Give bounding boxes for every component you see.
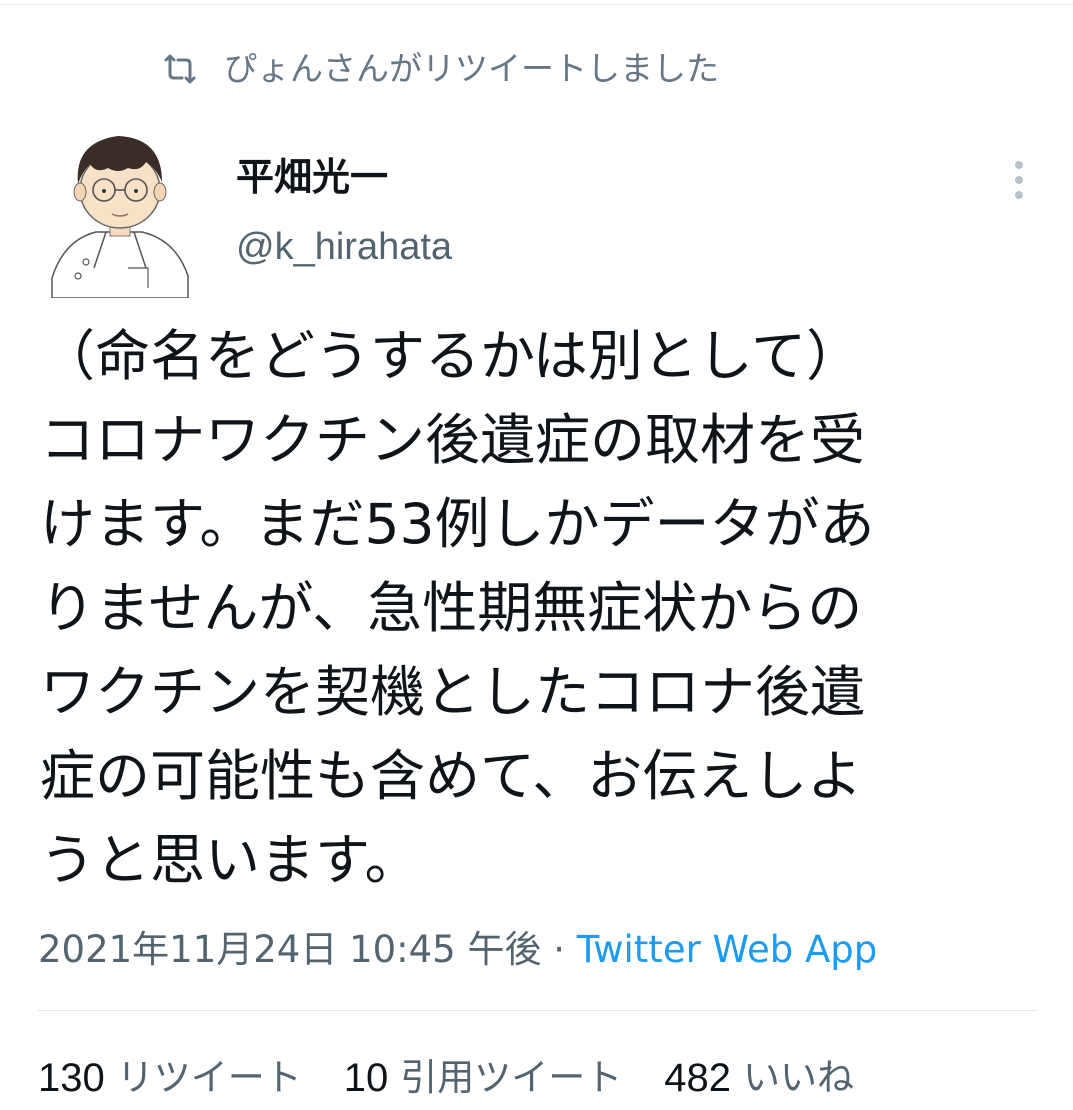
retweet-icon xyxy=(160,49,200,89)
retweets-stat[interactable]: 130 リツイート xyxy=(38,1050,302,1106)
quotes-count: 10 xyxy=(343,1056,389,1100)
top-divider xyxy=(0,4,1073,5)
tweet-timestamp[interactable]: 2021年11月24日 10:45 午後 xyxy=(38,928,541,971)
tweet-meta: 2021年11月24日 10:45 午後 · Twitter Web App xyxy=(38,922,877,978)
meta-separator: · xyxy=(553,928,566,971)
tweet-stats: 130 リツイート 10 引用ツイート 482 いいね xyxy=(38,1050,896,1106)
retweet-context[interactable]: ぴょんさんがリツイートしました xyxy=(160,44,719,94)
more-options-button[interactable] xyxy=(1004,158,1034,202)
stats-divider xyxy=(38,1010,1038,1011)
likes-label: いいね xyxy=(743,1056,854,1099)
likes-stat[interactable]: 482 いいね xyxy=(664,1050,854,1106)
retweet-context-text: ぴょんさんがリツイートしました xyxy=(224,49,719,88)
quotes-stat[interactable]: 10 引用ツイート xyxy=(344,1050,623,1106)
author-name[interactable]: 平畑光一 xyxy=(236,152,388,202)
tweet-source-link[interactable]: Twitter Web App xyxy=(577,928,877,971)
retweets-count: 130 xyxy=(38,1056,105,1100)
tweet-text: （命名をどうするかは別として） コロナワクチン後遺症の取材を受 けます。まだ53… xyxy=(40,324,875,892)
author-handle[interactable]: @k_hirahata xyxy=(236,222,452,272)
quotes-label: 引用ツイート xyxy=(400,1056,623,1099)
likes-count: 482 xyxy=(664,1056,731,1100)
more-icon xyxy=(1015,161,1023,199)
retweets-label: リツイート xyxy=(116,1056,302,1099)
avatar[interactable] xyxy=(44,128,194,299)
